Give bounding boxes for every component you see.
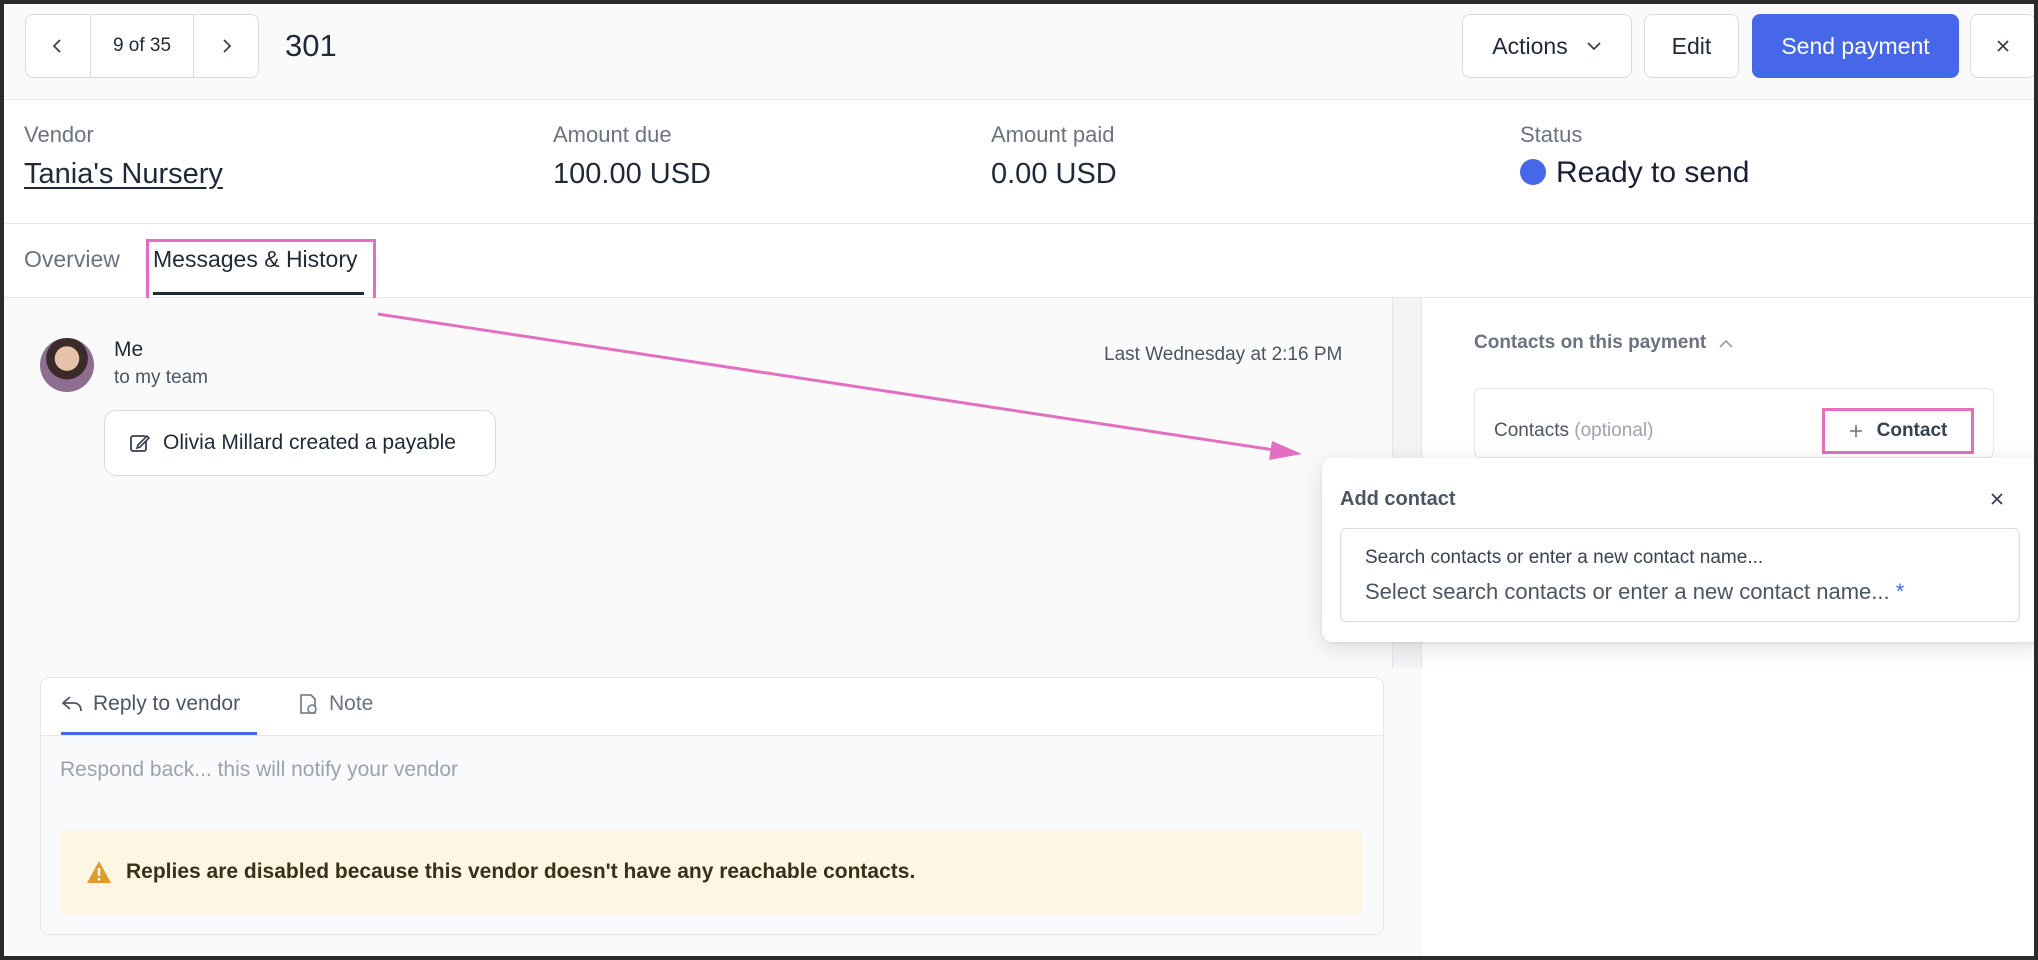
edit-icon [130, 434, 151, 452]
popover-close-button[interactable] [1982, 484, 2012, 514]
contacts-section-toggle[interactable]: Contacts on this payment [1474, 332, 1734, 354]
edit-button[interactable]: Edit [1644, 14, 1739, 78]
payable-summary: Vendor Tania's Nursery Amount due 100.00… [4, 100, 2034, 224]
reply-body: Respond back... this will notify your ve… [41, 736, 1383, 934]
status-dot-icon [1520, 159, 1546, 185]
reply-icon [61, 696, 82, 712]
amount-paid-label: Amount paid [991, 122, 1115, 147]
contacts-optional: (optional) [1574, 420, 1654, 441]
close-icon [1997, 40, 2009, 52]
contact-search-label: Search contacts or enter a new contact n… [1365, 547, 1764, 568]
contacts-label-text: Contacts [1494, 420, 1569, 441]
message-recipient: to my team [114, 367, 208, 388]
history-event: Olivia Millard created a payable [104, 410, 496, 476]
contact-search-input[interactable]: Select search contacts or enter a new co… [1365, 579, 1904, 605]
tab-note[interactable]: Note [297, 692, 373, 716]
document-number: 301 [285, 28, 337, 63]
replies-disabled-warning: Replies are disabled because this vendor… [60, 830, 1362, 914]
amount-due-label: Amount due [553, 122, 672, 147]
plus-icon [1849, 425, 1862, 437]
actions-label: Actions [1492, 32, 1568, 59]
history-event-text: Olivia Millard created a payable [163, 431, 456, 454]
warning-icon [87, 861, 111, 883]
contacts-label: Contacts (optional) [1494, 420, 1653, 442]
amount-paid-value: 0.00 USD [991, 158, 1117, 190]
message-sender: Me [114, 338, 144, 361]
vendor-label: Vendor [24, 122, 94, 147]
chevron-down-icon [1587, 42, 1601, 51]
status-field: Status Ready to send [1520, 122, 1749, 190]
record-count: 9 of 35 [90, 15, 194, 77]
previous-record-button[interactable] [26, 15, 90, 77]
vendor-field: Vendor Tania's Nursery [24, 122, 223, 191]
popover-title: Add contact [1340, 488, 1456, 510]
add-contact-popover: Add contact Search contacts or enter a n… [1322, 458, 2034, 642]
tab-reply-to-vendor[interactable]: Reply to vendor [61, 692, 240, 716]
note-tab-label: Note [329, 692, 374, 715]
status-value: Ready to send [1556, 156, 1750, 189]
note-icon [300, 694, 317, 714]
tab-overview[interactable]: Overview [24, 246, 120, 273]
add-contact-button[interactable]: Contact [1822, 408, 1974, 454]
close-icon [1991, 493, 2003, 505]
next-record-button[interactable] [194, 15, 258, 77]
add-contact-label: Contact [1876, 420, 1948, 441]
send-payment-button[interactable]: Send payment [1752, 14, 1959, 78]
record-pager: 9 of 35 [25, 14, 259, 78]
contact-search-field[interactable]: Search contacts or enter a new contact n… [1340, 528, 2020, 622]
avatar [40, 338, 94, 392]
contact-search-placeholder: Select search contacts or enter a new co… [1365, 579, 1890, 604]
chevron-right-icon [223, 39, 232, 53]
reply-composer: Reply to vendor Note Respond back... thi… [40, 677, 1384, 935]
contacts-heading: Contacts on this payment [1474, 332, 1707, 353]
amount-paid-field: Amount paid 0.00 USD [991, 122, 1117, 191]
message-timestamp: Last Wednesday at 2:16 PM [1104, 344, 1343, 365]
reply-tab-label: Reply to vendor [93, 692, 241, 715]
reply-tab-underline [61, 732, 257, 735]
status-label: Status [1520, 122, 1583, 147]
top-bar: 9 of 35 301 Actions Edit Send payment [4, 4, 2034, 100]
payable-detail-window: 9 of 35 301 Actions Edit Send payment Ve… [0, 0, 2038, 960]
amount-due-value: 100.00 USD [553, 158, 711, 190]
reply-tabs: Reply to vendor Note [41, 678, 1383, 736]
vendor-link[interactable]: Tania's Nursery [24, 158, 223, 191]
amount-due-field: Amount due 100.00 USD [553, 122, 711, 191]
close-button[interactable] [1970, 14, 2034, 78]
warning-text: Replies are disabled because this vendor… [126, 860, 916, 883]
reply-input[interactable]: Respond back... this will notify your ve… [60, 758, 458, 782]
status-badge: Ready to send [1520, 156, 1749, 190]
actions-dropdown[interactable]: Actions [1462, 14, 1632, 78]
chevron-up-icon [1719, 339, 1733, 348]
chevron-left-icon [52, 39, 61, 53]
required-mark: * [1895, 579, 1905, 604]
